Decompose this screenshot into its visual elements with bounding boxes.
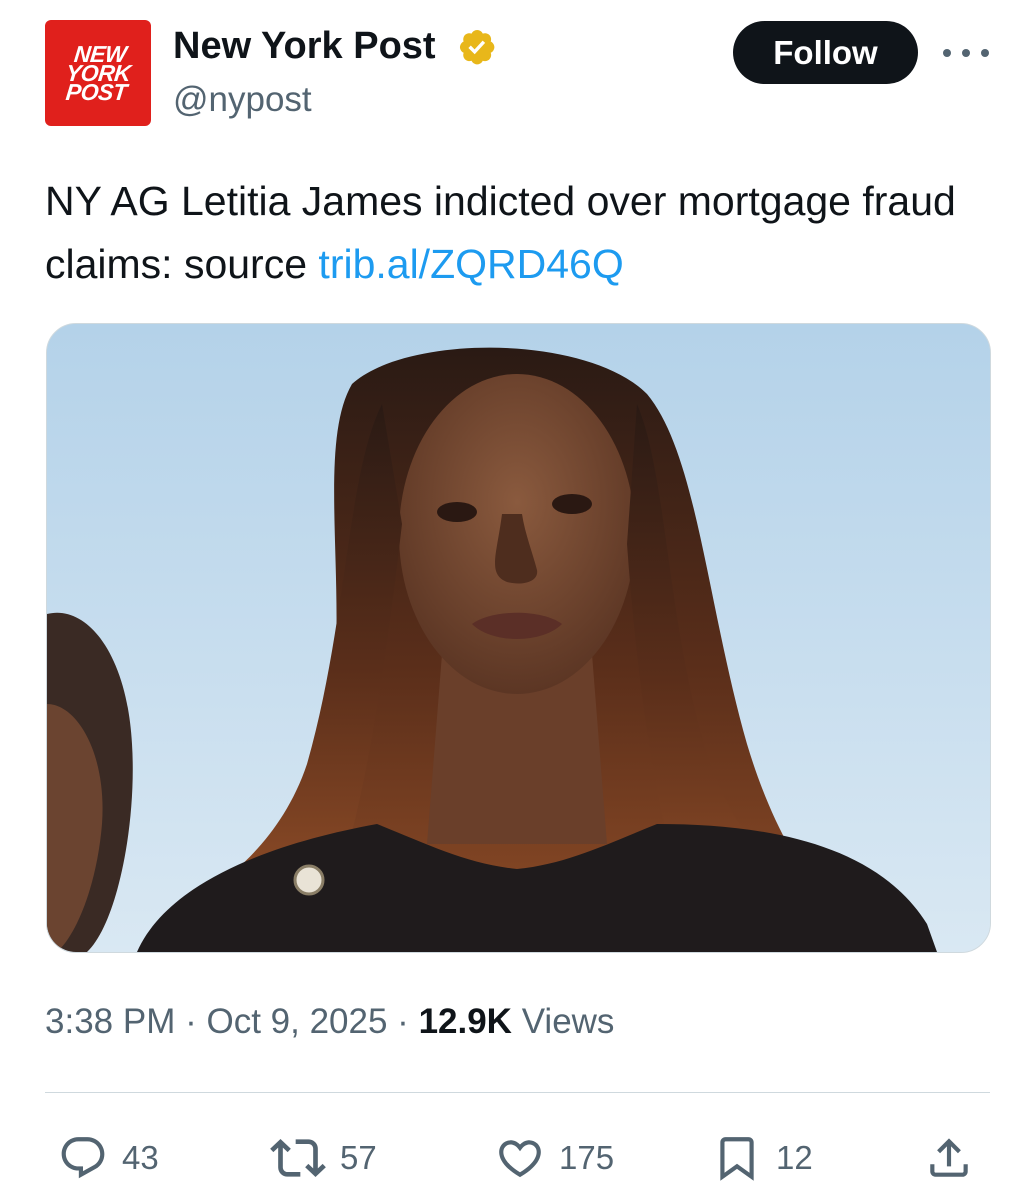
like-count: 175 <box>559 1139 615 1176</box>
share-button[interactable] <box>924 1128 974 1188</box>
repost-button[interactable]: 57 <box>270 1128 377 1188</box>
tweet-text: NY AG Letitia James indicted over mortga… <box>45 170 995 296</box>
verified-badge-icon <box>459 29 495 65</box>
display-name[interactable]: New York Post <box>173 24 436 68</box>
nypost-logo: NEW YORK POST <box>64 40 132 105</box>
dot <box>943 49 951 57</box>
meta-separator: · <box>185 1002 197 1041</box>
account-handle[interactable]: @nypost <box>173 78 312 122</box>
bookmark-button[interactable]: 12 <box>712 1128 813 1188</box>
views-count: 12.9K <box>418 1002 512 1041</box>
reply-icon <box>61 1137 105 1179</box>
like-button[interactable]: 175 <box>495 1128 614 1188</box>
dot <box>962 49 970 57</box>
follow-button[interactable]: Follow <box>733 21 918 84</box>
account-avatar[interactable]: NEW YORK POST <box>45 20 151 126</box>
repost-icon <box>270 1139 326 1177</box>
tweet-date[interactable]: Oct 9, 2025 <box>206 1002 387 1041</box>
reply-button[interactable]: 43 <box>58 1128 159 1188</box>
reply-count: 43 <box>122 1139 159 1176</box>
more-dots-icon[interactable] <box>943 38 989 68</box>
tweet-meta: 3:38 PM · Oct 9, 2025 · 12.9K Views <box>45 998 614 1046</box>
heart-icon <box>499 1140 541 1178</box>
bookmark-icon <box>720 1137 754 1181</box>
divider <box>45 1092 990 1093</box>
tweet-media-photo[interactable] <box>46 323 991 953</box>
meta-separator: · <box>397 1002 409 1041</box>
repost-count: 57 <box>340 1139 377 1176</box>
tweet-time[interactable]: 3:38 PM <box>45 1002 175 1041</box>
tweet-card: NEW YORK POST New York Post @nypost Foll… <box>0 0 1035 1200</box>
tweet-link[interactable]: trib.al/ZQRD46Q <box>318 241 623 287</box>
views-label: Views <box>521 1002 615 1041</box>
bookmark-count: 12 <box>776 1139 813 1176</box>
dot <box>981 49 989 57</box>
share-icon <box>930 1138 968 1177</box>
photo-illustration <box>47 324 990 952</box>
